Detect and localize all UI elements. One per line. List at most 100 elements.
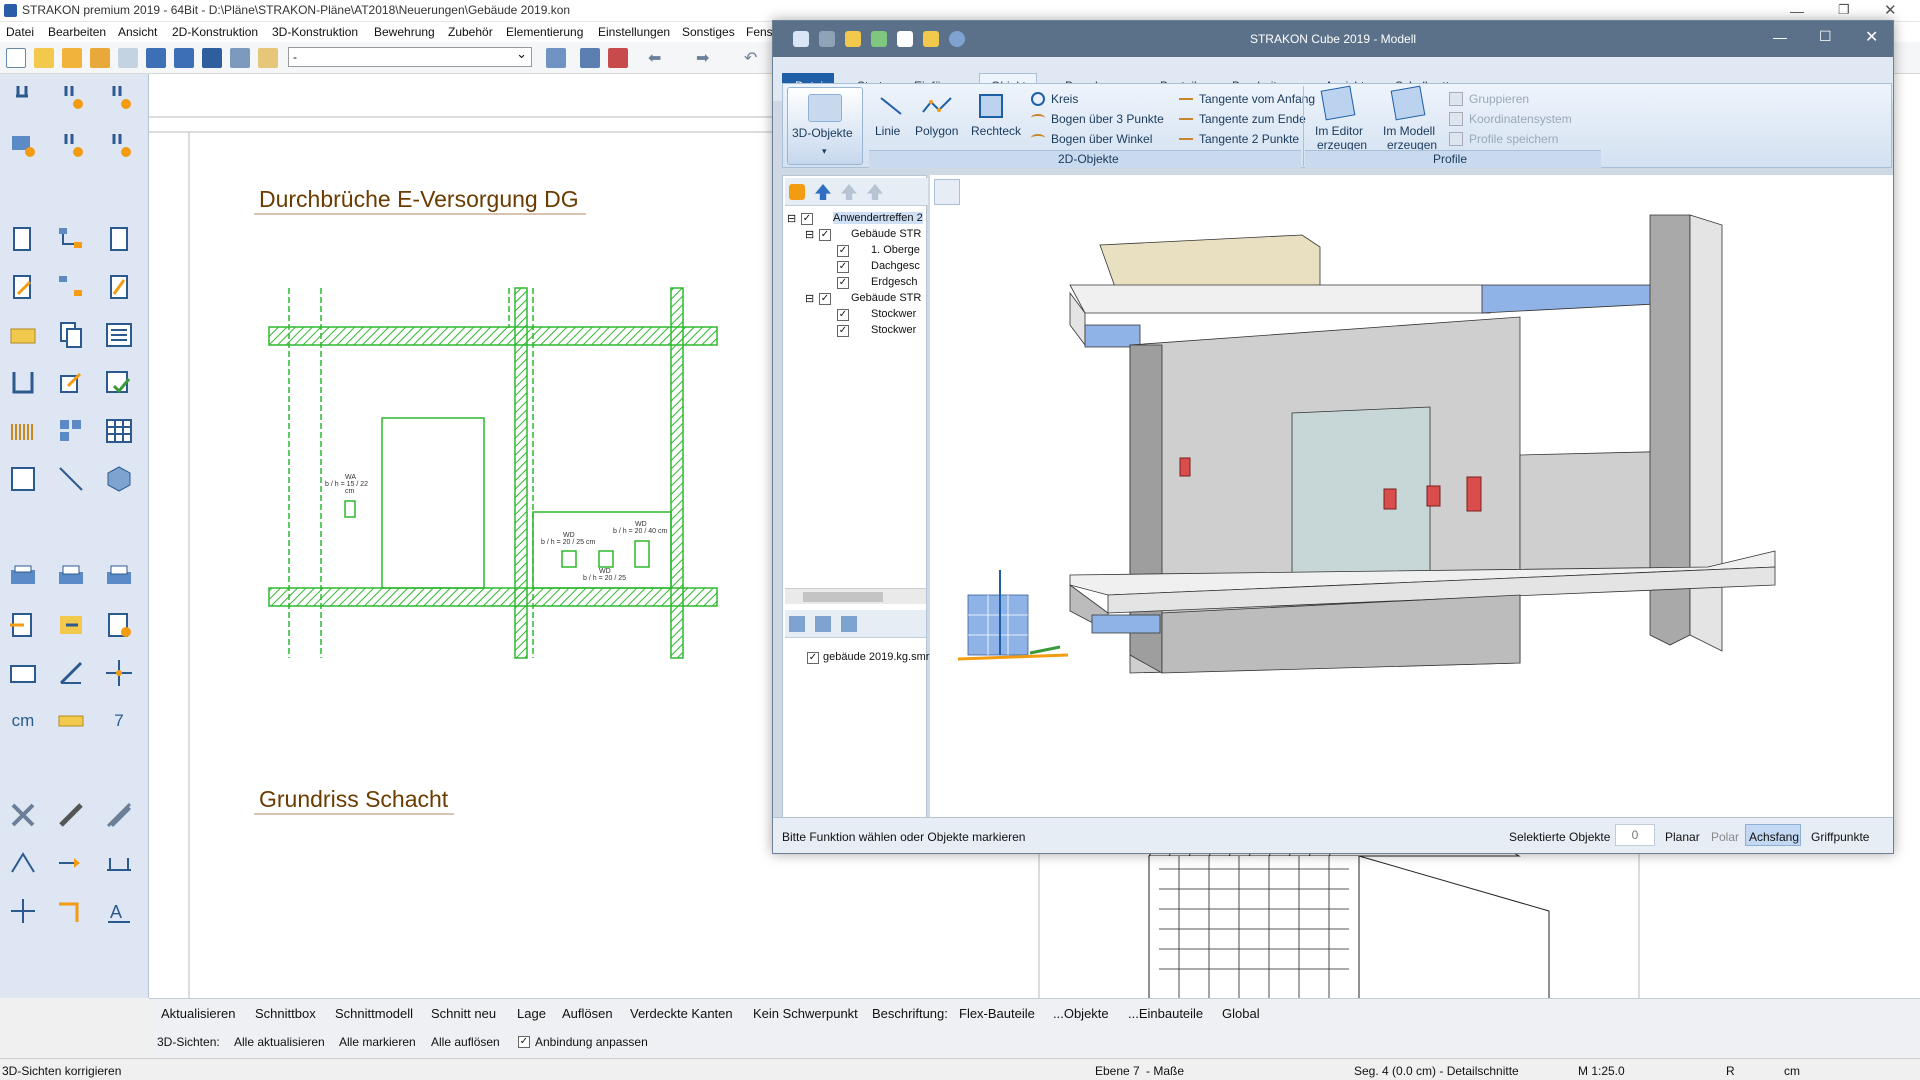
menu-sonstiges[interactable]: Sonstiges bbox=[682, 25, 735, 39]
window-icon[interactable] bbox=[230, 48, 250, 68]
minimize-icon[interactable]: — bbox=[1790, 3, 1804, 19]
mode-planar[interactable]: Planar bbox=[1665, 830, 1700, 844]
tree-check-0[interactable]: ✓ bbox=[801, 213, 813, 225]
arrow-line-icon[interactable] bbox=[54, 846, 88, 880]
objects3d-button[interactable]: 3D-Objekte ▾ bbox=[787, 87, 863, 165]
save-as-icon[interactable] bbox=[174, 48, 194, 68]
view-alle-aktualisieren[interactable]: Alle aktualisieren bbox=[234, 1035, 325, 1049]
file-check[interactable]: ✓ bbox=[807, 652, 819, 664]
folder-icon[interactable] bbox=[90, 48, 110, 68]
tree-check-3[interactable]: ✓ bbox=[837, 261, 849, 273]
tan-anfang-label[interactable]: Tangente vom Anfang bbox=[1199, 92, 1315, 106]
new-icon[interactable] bbox=[6, 48, 26, 68]
kreis-label[interactable]: Kreis bbox=[1051, 92, 1078, 106]
tan-anfang-icon[interactable] bbox=[1179, 96, 1193, 100]
cmd-objekte[interactable]: ...Objekte bbox=[1053, 1006, 1109, 1021]
menu-3d-konstruktion[interactable]: 3D-Konstruktion bbox=[272, 25, 358, 39]
file-add-icon[interactable] bbox=[789, 616, 805, 632]
line-page-icon[interactable] bbox=[102, 270, 136, 304]
transfer-icon[interactable] bbox=[102, 608, 136, 642]
table-grid-icon[interactable] bbox=[102, 414, 136, 448]
print-icon[interactable] bbox=[580, 48, 600, 68]
tan-ende-label[interactable]: Tangente zum Ende bbox=[1199, 112, 1306, 126]
wrench-4-icon[interactable] bbox=[54, 128, 88, 162]
wrench-3-icon[interactable] bbox=[102, 80, 136, 114]
tan-ende-icon[interactable] bbox=[1179, 116, 1193, 120]
printer-icon[interactable] bbox=[54, 560, 88, 594]
save-all-icon[interactable] bbox=[202, 48, 222, 68]
menu-elementierung[interactable]: Elementierung bbox=[506, 25, 583, 39]
file-item[interactable]: gebäude 2019.kg.smr bbox=[823, 651, 929, 663]
cube-minimize-icon[interactable]: — bbox=[1773, 29, 1787, 45]
kreis-icon[interactable] bbox=[1031, 92, 1045, 106]
export-icon[interactable] bbox=[54, 608, 88, 642]
open-icon[interactable] bbox=[34, 48, 54, 68]
pages-icon[interactable] bbox=[54, 318, 88, 352]
brush-icon[interactable] bbox=[54, 798, 88, 832]
tree-item-6[interactable]: Stockwer bbox=[871, 308, 916, 320]
tree-check-6[interactable]: ✓ bbox=[837, 309, 849, 321]
tree-check-5[interactable]: ✓ bbox=[819, 293, 831, 305]
tree-item-5[interactable]: Gebäude STR bbox=[851, 292, 921, 304]
blocks-icon[interactable] bbox=[54, 414, 88, 448]
save-icon[interactable] bbox=[146, 48, 166, 68]
wrench-2-icon[interactable] bbox=[54, 80, 88, 114]
model-3d-view[interactable] bbox=[930, 175, 1893, 835]
forward-arrow-icon[interactable]: ➡ bbox=[696, 48, 709, 68]
cmd-flex-bauteile[interactable]: Flex-Bauteile bbox=[959, 1006, 1035, 1021]
bogenw-icon[interactable] bbox=[1031, 134, 1045, 142]
cmd-aufloesen[interactable]: Auflösen bbox=[562, 1006, 613, 1021]
layer-select[interactable]: - bbox=[288, 45, 532, 67]
unit-cm[interactable]: cm bbox=[6, 704, 40, 738]
cmd-verdeckte-kanten[interactable]: Verdeckte Kanten bbox=[630, 1006, 733, 1021]
tree-item-1[interactable]: Gebäude STR bbox=[851, 228, 921, 240]
tree-collapse-3[interactable]: ⊟ bbox=[805, 292, 814, 305]
mode-griffpunkte[interactable]: Griffpunkte bbox=[1811, 830, 1869, 844]
anbindung-checkbox[interactable]: ✓ bbox=[518, 1036, 530, 1048]
menu-datei[interactable]: Datei bbox=[6, 25, 34, 39]
tree-check-2[interactable]: ✓ bbox=[837, 245, 849, 257]
edit-square-icon[interactable] bbox=[54, 366, 88, 400]
edit-icon[interactable] bbox=[546, 48, 566, 68]
menu-zubehoer[interactable]: Zubehör bbox=[448, 25, 493, 39]
restore-icon[interactable]: ❐ bbox=[1838, 2, 1850, 18]
cut-icon[interactable] bbox=[102, 798, 136, 832]
tree-item-4[interactable]: Erdgesch bbox=[871, 276, 917, 288]
rechteck-button[interactable]: Rechteck bbox=[971, 92, 1021, 138]
bogen3-icon[interactable] bbox=[1031, 114, 1045, 122]
view-alle-markieren[interactable]: Alle markieren bbox=[339, 1035, 416, 1049]
page-icon[interactable] bbox=[102, 222, 136, 256]
polygon-button[interactable]: Polygon bbox=[915, 94, 958, 138]
bogen3-label[interactable]: Bogen über 3 Punkte bbox=[1051, 112, 1164, 126]
cube-icon[interactable] bbox=[102, 462, 136, 496]
bend-icon[interactable] bbox=[54, 894, 88, 928]
plotter-icon[interactable] bbox=[102, 560, 136, 594]
close-icon[interactable]: ✕ bbox=[1884, 1, 1897, 19]
copy-icon[interactable] bbox=[118, 48, 138, 68]
window-frame-icon[interactable] bbox=[6, 656, 40, 690]
mode-polar[interactable]: Polar bbox=[1711, 830, 1739, 844]
tan-2-icon[interactable] bbox=[1179, 136, 1193, 140]
delete-icon[interactable] bbox=[6, 798, 40, 832]
cmd-global[interactable]: Global bbox=[1222, 1006, 1260, 1021]
tree-item-7[interactable]: Stockwer bbox=[871, 324, 916, 336]
plot-icon[interactable] bbox=[608, 48, 628, 68]
pen-tool-icon[interactable] bbox=[54, 656, 88, 690]
print-view-icon[interactable] bbox=[6, 560, 40, 594]
mode-achsfang[interactable]: Achsfang bbox=[1749, 830, 1799, 844]
im-modell-label1[interactable]: Im Modell bbox=[1383, 124, 1435, 138]
cmd-aktualisieren[interactable]: Aktualisieren bbox=[161, 1006, 235, 1021]
checklist-icon[interactable] bbox=[102, 366, 136, 400]
tree-check-7[interactable]: ✓ bbox=[837, 325, 849, 337]
crosshair-icon[interactable] bbox=[102, 656, 136, 690]
cmd-kein-schwerpunkt[interactable]: Kein Schwerpunkt bbox=[753, 1006, 858, 1021]
undo-icon[interactable]: ↶ bbox=[744, 48, 757, 68]
layer-number[interactable]: 7 bbox=[102, 704, 136, 738]
menu-bewehrung[interactable]: Bewehrung bbox=[374, 25, 435, 39]
cmd-lage[interactable]: Lage bbox=[517, 1006, 546, 1021]
angle-icon[interactable] bbox=[6, 846, 40, 880]
line-icon[interactable] bbox=[54, 462, 88, 496]
tree-check-1[interactable]: ✓ bbox=[819, 229, 831, 241]
menu-fenster[interactable]: Fens bbox=[746, 25, 773, 39]
cmd-schnitt-neu[interactable]: Schnitt neu bbox=[431, 1006, 496, 1021]
